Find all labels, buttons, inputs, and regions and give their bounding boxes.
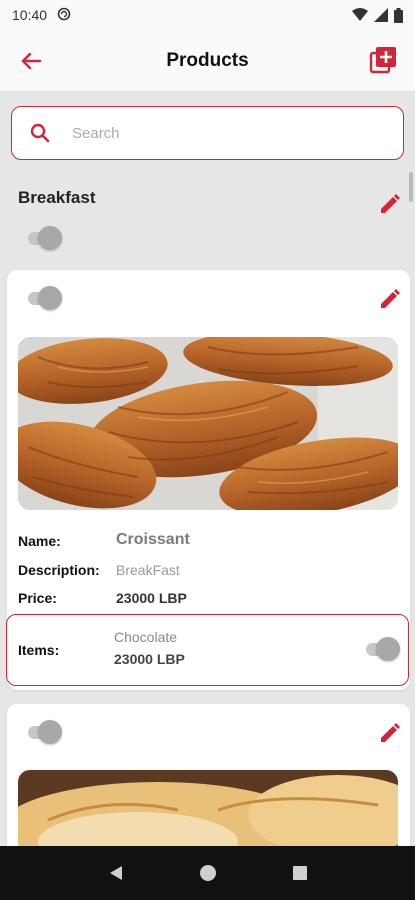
system-nav-bar [0, 846, 415, 900]
signal-icon [374, 8, 388, 22]
item-toggle[interactable] [364, 637, 402, 661]
scrollbar[interactable] [409, 172, 413, 202]
item-name: Chocolate [114, 629, 178, 645]
product-image [18, 770, 398, 846]
category-toggle[interactable] [26, 226, 64, 250]
item-price: 23000 LBP [114, 651, 185, 667]
wifi-icon [352, 8, 368, 21]
app-bar: Products [0, 30, 415, 92]
back-button[interactable] [18, 48, 44, 74]
page-title: Products [166, 49, 249, 71]
product-name: Croissant [116, 531, 190, 548]
product-card [7, 704, 410, 846]
name-label: Name: [18, 533, 61, 549]
items-box[interactable]: Items: Chocolate 23000 LBP [6, 614, 409, 686]
product-description: BreakFast [116, 562, 180, 578]
add-box-icon [369, 47, 396, 74]
items-label: Items: [18, 642, 60, 658]
product-price: 23000 LBP [116, 590, 187, 606]
back-nav-icon[interactable] [107, 864, 125, 882]
edit-product-button[interactable] [378, 287, 402, 311]
search-bar[interactable] [11, 106, 404, 160]
product-toggle[interactable] [26, 286, 64, 310]
status-bar: 10:40 [0, 0, 415, 30]
pencil-icon [381, 723, 400, 742]
home-nav-icon[interactable] [199, 864, 217, 882]
add-product-button[interactable] [369, 46, 397, 74]
search-input[interactable] [72, 124, 352, 142]
description-label: Description: [18, 562, 100, 578]
edit-product-button[interactable] [378, 721, 402, 745]
product-card: Name: Croissant Description: BreakFast P… [6, 270, 410, 690]
sync-icon [57, 7, 71, 24]
pencil-icon [381, 194, 400, 213]
search-icon [30, 123, 50, 143]
price-label: Price: [18, 590, 57, 606]
status-time: 10:40 [12, 7, 48, 23]
product-list[interactable]: Breakfast [0, 92, 415, 846]
status-icons [352, 7, 403, 23]
recents-nav-icon[interactable] [292, 865, 308, 881]
product-toggle[interactable] [26, 720, 64, 744]
category-title: Breakfast [18, 188, 96, 207]
product-image [18, 337, 398, 510]
edit-category-button[interactable] [378, 192, 402, 216]
pencil-icon [381, 289, 400, 308]
battery-icon [394, 7, 403, 23]
back-arrow-icon [21, 52, 42, 70]
